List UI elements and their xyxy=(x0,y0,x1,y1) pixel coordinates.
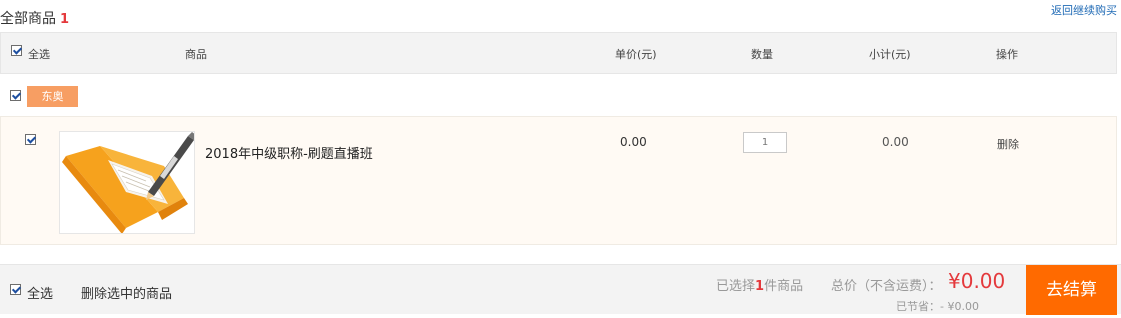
select-all-checkbox[interactable] xyxy=(11,45,22,56)
page-title: 全部商品 1 xyxy=(0,8,69,28)
cart-item-row: 2018年中级职称-刷题直播班 0.00 1 0.00 删除 xyxy=(0,116,1117,245)
footer-select-all-label[interactable]: 全选 xyxy=(27,283,53,302)
item-checkbox[interactable] xyxy=(25,134,36,145)
quantity-input[interactable]: 1 xyxy=(743,132,787,153)
product-thumbnail[interactable] xyxy=(59,131,195,234)
total-price-label: 总价（不含运费）： xyxy=(831,279,942,294)
item-count-badge: 1 xyxy=(60,12,70,27)
column-header-unit-price: 单价(元) xyxy=(615,48,657,61)
shop-name-tag[interactable]: 东奥 xyxy=(27,86,78,107)
selected-count-text: 已选择1件商品 xyxy=(716,275,803,294)
page-title-text: 全部商品 xyxy=(0,11,56,27)
product-name[interactable]: 2018年中级职称-刷题直播班 xyxy=(205,143,373,162)
footer-select-all-checkbox[interactable] xyxy=(10,284,21,295)
unit-price: 0.00 xyxy=(620,135,647,149)
book-pen-thumbnail xyxy=(62,132,194,233)
selected-suffix: 件商品 xyxy=(764,279,804,294)
item-subtotal: 0.00 xyxy=(882,135,909,149)
continue-shopping-link[interactable]: 返回继续购买 xyxy=(1051,2,1117,18)
column-header-action: 操作 xyxy=(996,48,1018,61)
selected-count: 1 xyxy=(755,279,765,294)
checkout-button[interactable]: 去结算 xyxy=(1026,265,1117,315)
column-header-subtotal: 小计(元) xyxy=(869,48,911,61)
select-all-label: 全选 xyxy=(28,48,50,61)
cart-table-header: 全选 商品 单价(元) 数量 小计(元) 操作 xyxy=(0,32,1117,74)
delete-item-link[interactable]: 删除 xyxy=(997,136,1019,152)
saved-amount-text: 已节省：- ¥0.00 xyxy=(896,300,979,313)
cart-title-row: 全部商品 1 返回继续购买 xyxy=(0,4,1121,28)
total-price-value: ¥0.00 xyxy=(948,269,1006,293)
column-header-quantity: 数量 xyxy=(751,48,773,61)
delete-selected-link[interactable]: 删除选中的商品 xyxy=(81,283,172,302)
shop-checkbox[interactable] xyxy=(10,90,21,101)
selected-prefix: 已选择 xyxy=(716,279,756,294)
column-header-product: 商品 xyxy=(185,48,207,61)
cart-footer: 全选 删除选中的商品 已选择1件商品 总价（不含运费）： ¥0.00 已节省：-… xyxy=(0,264,1121,315)
